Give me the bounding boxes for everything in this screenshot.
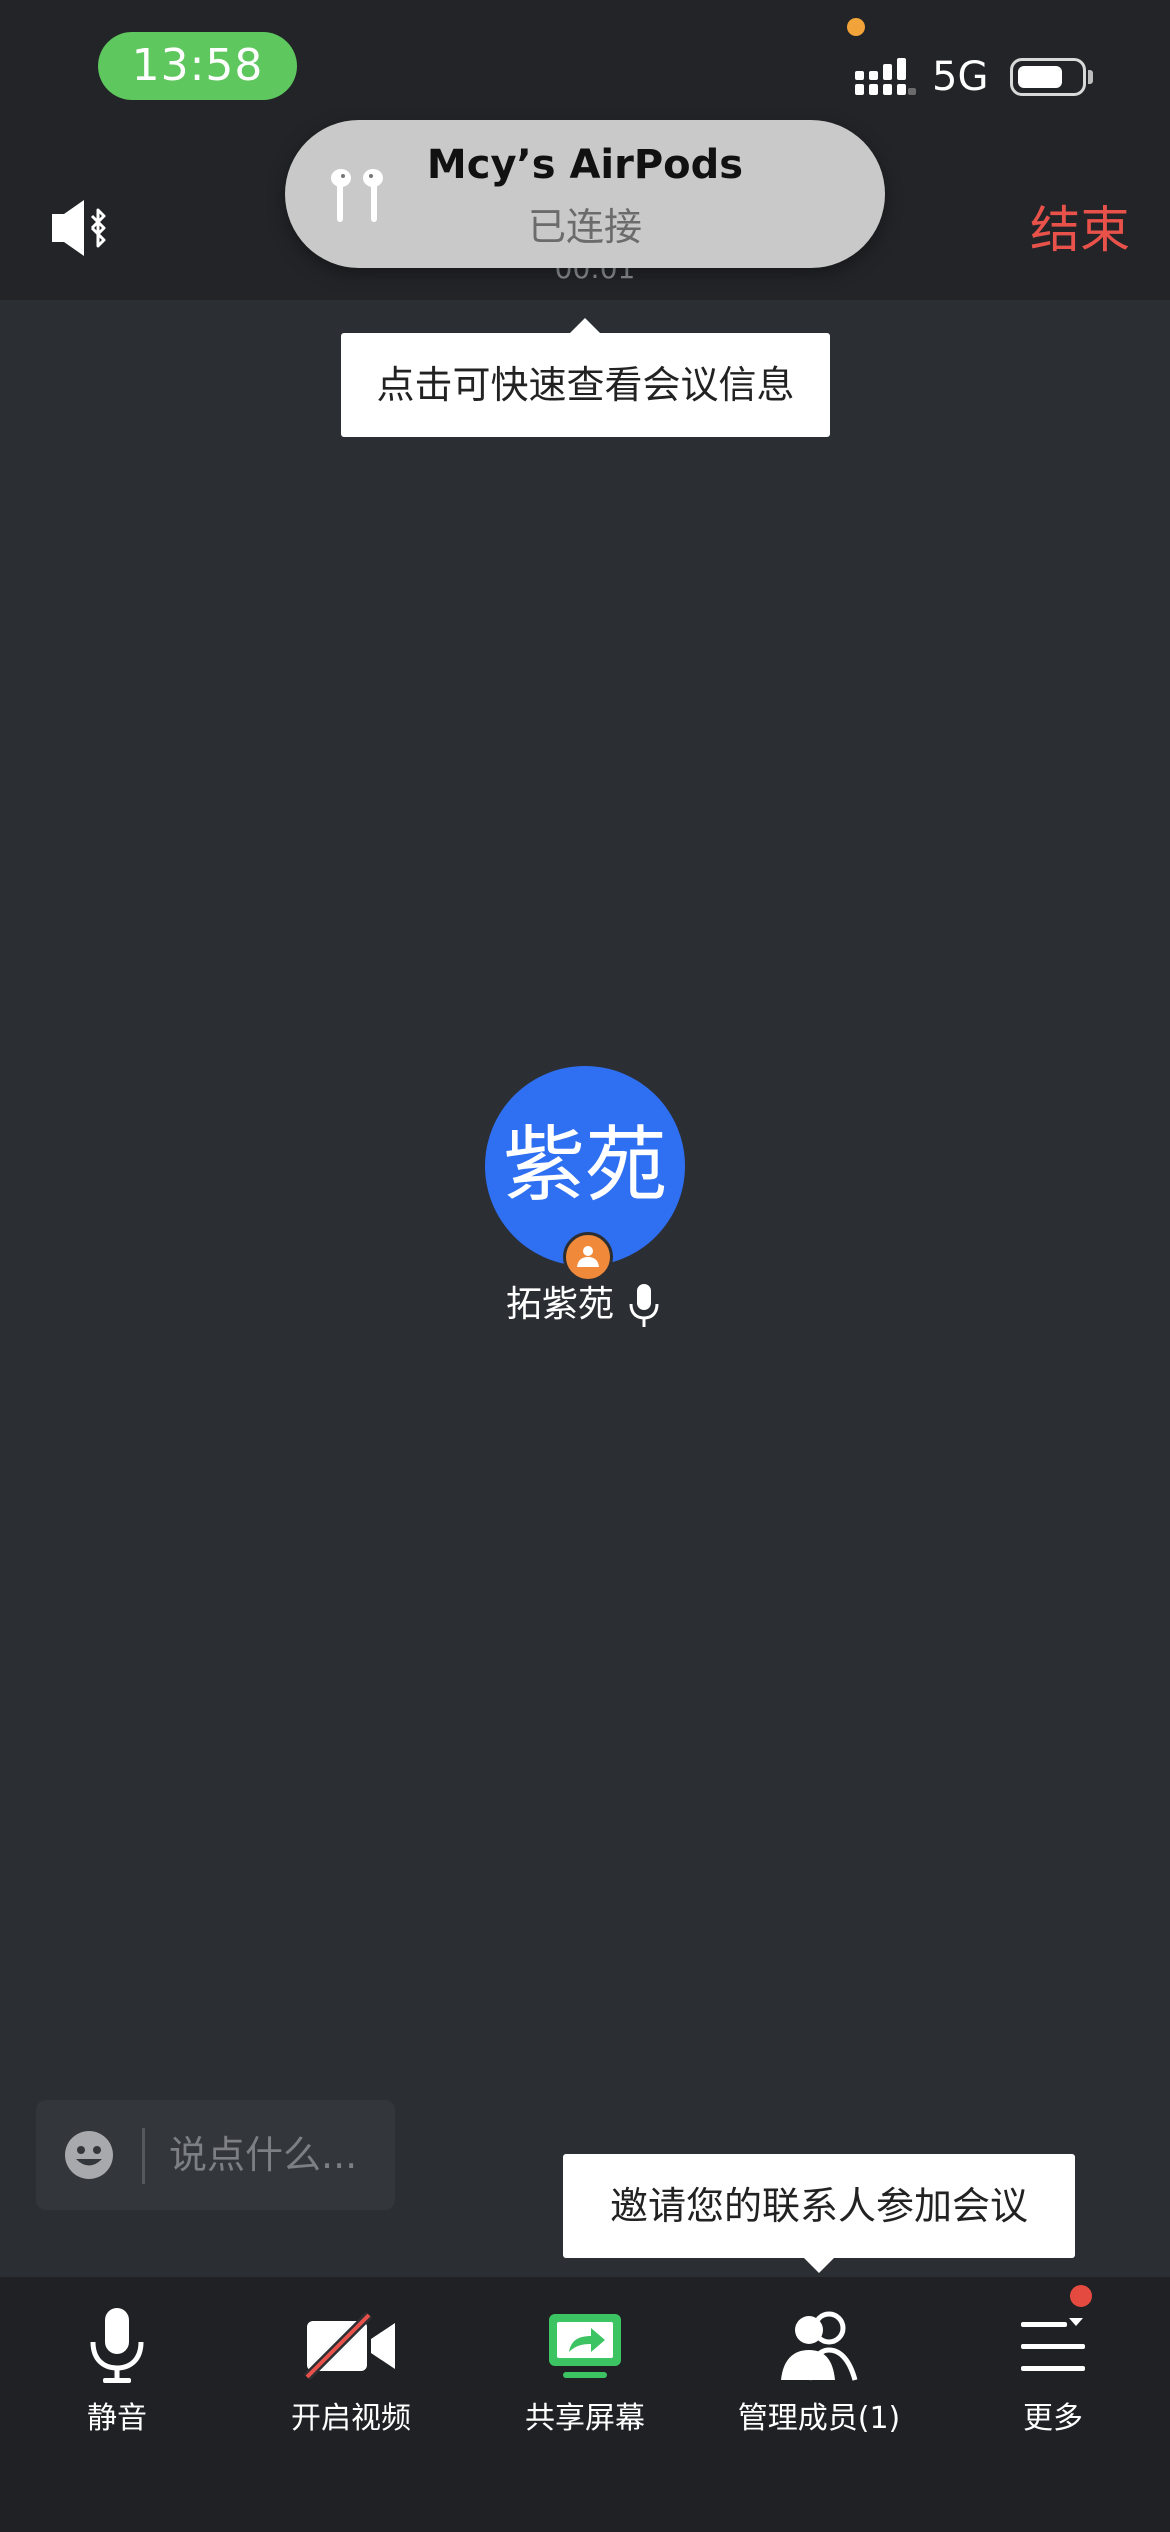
share-screen-icon [549,2314,621,2378]
mic-in-use-indicator [847,18,865,36]
host-badge-icon [563,1232,613,1282]
start-video-button[interactable]: 开启视频 [234,2277,468,2457]
end-meeting-button[interactable]: 结束 [990,195,1130,265]
video-off-icon [303,2311,395,2381]
chat-divider [142,2128,145,2184]
participant-name: 拓紫苑 [506,1284,615,1325]
airpods-device-name: Mcy’s AirPods [426,142,744,188]
invite-tooltip[interactable]: 邀请您的联系人参加会议 [563,2154,1075,2258]
start-video-label: 开启视频 [291,2401,411,2436]
members-icon [781,2311,858,2381]
invite-tooltip-arrow [804,2258,834,2273]
network-type: 5G [932,54,989,100]
battery-icon [1010,58,1086,96]
battery-cap [1088,70,1093,84]
meeting-info-tooltip[interactable]: 点击可快速查看会议信息 [341,333,830,437]
airpods-connected-banner[interactable]: Mcy’s AirPods 已连接 [285,120,885,268]
participant-mic-icon [629,1284,659,1327]
microphone-icon [90,2308,144,2383]
mute-button[interactable]: 静音 [0,2277,234,2457]
airpods-status: 已连接 [527,205,642,249]
more-button[interactable]: 更多 [936,2277,1170,2457]
share-screen-button[interactable]: 共享屏幕 [468,2277,702,2457]
mute-label: 静音 [87,2401,147,2436]
meeting-info-tooltip-arrow [570,318,600,333]
signal-icon [855,58,916,95]
emoji-icon[interactable] [64,2130,114,2180]
chat-input[interactable]: 说点什么... [36,2100,395,2210]
manage-members-button[interactable]: 管理成员(1) [702,2277,936,2457]
share-screen-label: 共享屏幕 [525,2401,645,2436]
more-label: 更多 [1023,2401,1083,2436]
chat-placeholder: 说点什么... [169,2133,358,2177]
status-time: 13:58 [98,32,297,100]
notification-dot [1070,2285,1092,2307]
bottom-toolbar: 静音 开启视频 共享屏幕 管理成员(1) 更多 [0,2277,1170,2532]
menu-icon [1021,2318,1085,2371]
manage-members-label: 管理成员(1) [737,2401,901,2436]
bluetooth-speaker-icon[interactable] [48,198,118,258]
